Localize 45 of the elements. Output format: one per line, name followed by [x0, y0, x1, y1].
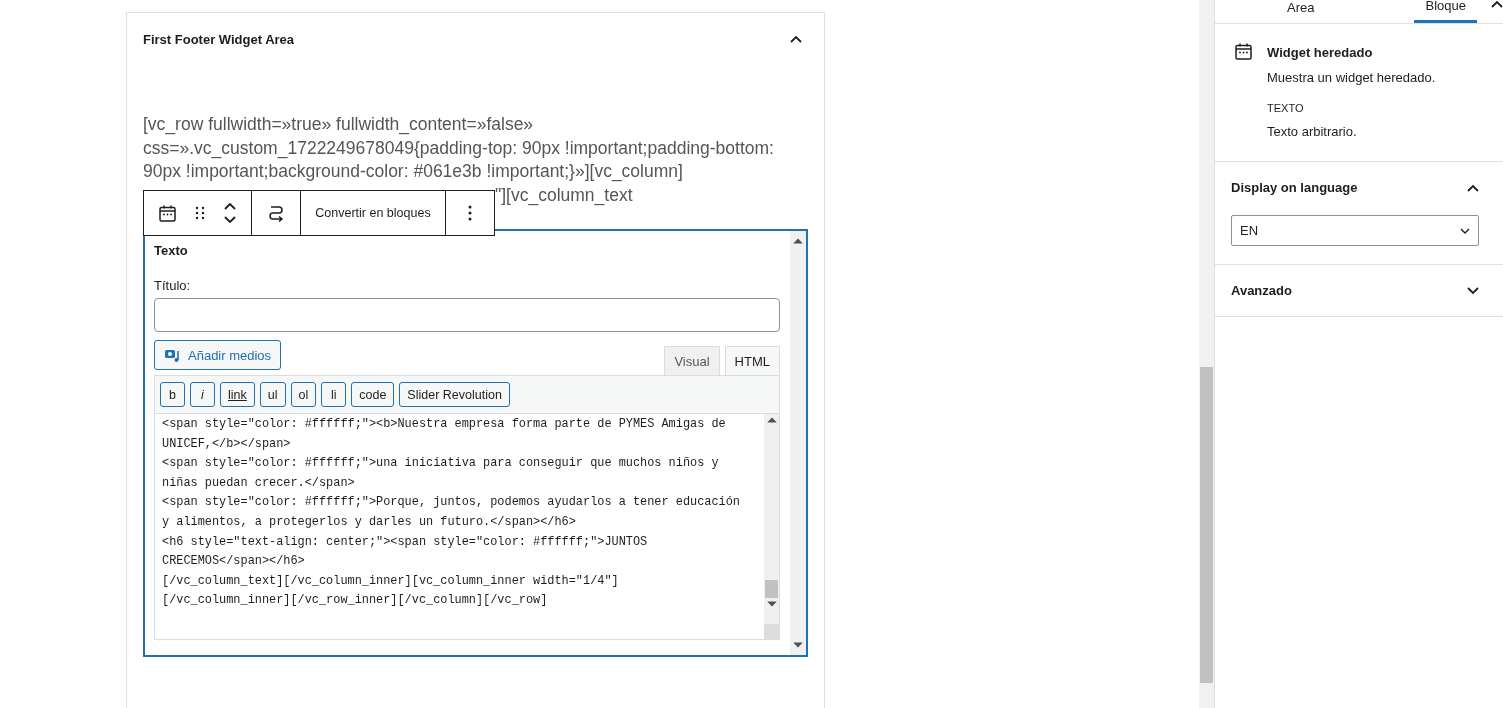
drag-handle-icon[interactable]	[195, 206, 205, 220]
widget-title: Texto	[154, 243, 189, 258]
panel-title[interactable]: Display on language	[1231, 180, 1358, 195]
legacy-text-line: "][vc_column_text	[495, 183, 633, 207]
legacy-text-line: [vc_row fullwidth=»true» fullwidth_content=»false»	[143, 113, 534, 137]
title-input-field[interactable]	[154, 298, 780, 332]
editor-tab[interactable]: HTML	[724, 346, 780, 375]
convert-to-blocks-button[interactable]: Convertir en bloques	[301, 191, 446, 235]
widget-type: TEXTO	[1267, 102, 1305, 114]
quicktag-button[interactable]: code	[351, 382, 395, 407]
legacy-text-line: 90px !important;background-color: #061e3b !important;}»][vc_column]	[143, 160, 683, 184]
sidebar-tab[interactable]: Bloque	[1414, 0, 1477, 23]
add-media-button[interactable]: Añadir medios	[154, 340, 282, 370]
quicktag-button[interactable]: Slider Revolution	[399, 382, 510, 407]
transform-icon[interactable]	[267, 204, 285, 222]
widget-description: Texto arbitrario.	[1267, 124, 1358, 139]
resize-handle[interactable]	[764, 624, 779, 639]
quicktag-button[interactable]: i	[190, 382, 215, 407]
move-down-icon[interactable]	[223, 216, 236, 224]
language-select[interactable]: EN	[1231, 215, 1479, 246]
calendar-icon	[159, 204, 177, 222]
close-panel-icon[interactable]	[1491, 0, 1503, 8]
quicktag-button[interactable]: b	[160, 382, 185, 407]
editor-tab[interactable]: Visual	[664, 346, 720, 375]
panel-chevron-icon[interactable]	[1467, 183, 1479, 192]
calendar-icon	[1235, 43, 1252, 60]
scrollbar-thumb[interactable]	[1200, 367, 1213, 683]
scrollbar-thumb[interactable]	[765, 580, 778, 598]
block-title: Widget heredado	[1267, 45, 1374, 60]
panel-chevron-icon[interactable]	[1467, 286, 1479, 295]
quicktag-button[interactable]: link	[220, 382, 255, 407]
field-label: Título:	[154, 278, 192, 293]
more-options-icon[interactable]	[468, 205, 472, 221]
quicktag-button[interactable]: li	[321, 382, 347, 407]
media-icon	[164, 347, 182, 363]
widget-area-title: First Footer Widget Area	[143, 31, 295, 47]
legacy-text-line: css=».vc_custom_1722249678049{padding-top: 90px !important;padding-bottom:	[143, 136, 774, 160]
sidebar-tab[interactable]: Area	[1263, 0, 1339, 19]
quicktag-button[interactable]: ol	[290, 382, 317, 407]
collapse-chevron-icon[interactable]	[790, 35, 802, 43]
quicktag-button[interactable]: ul	[259, 382, 286, 407]
block-description: Muestra un widget heredado.	[1267, 70, 1436, 85]
panel-title[interactable]: Avanzado	[1231, 283, 1292, 298]
move-up-icon[interactable]	[223, 202, 236, 210]
dropdown-chevron-icon	[1460, 227, 1470, 234]
